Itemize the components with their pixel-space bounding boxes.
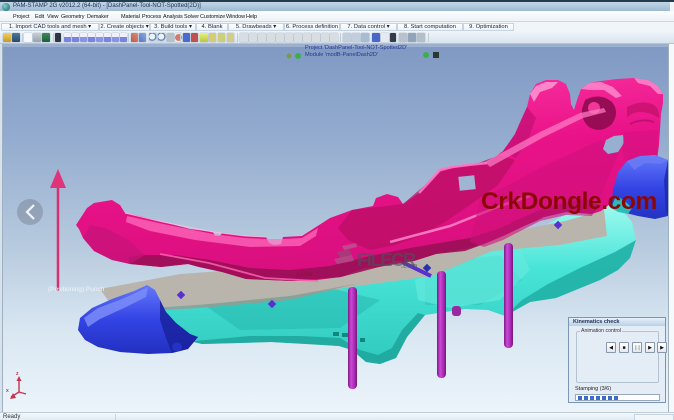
svg-text:x: x: [6, 388, 9, 394]
svg-text:ΛΛЯ΢Θ: ΛΛЯ΢Θ: [296, 272, 314, 279]
